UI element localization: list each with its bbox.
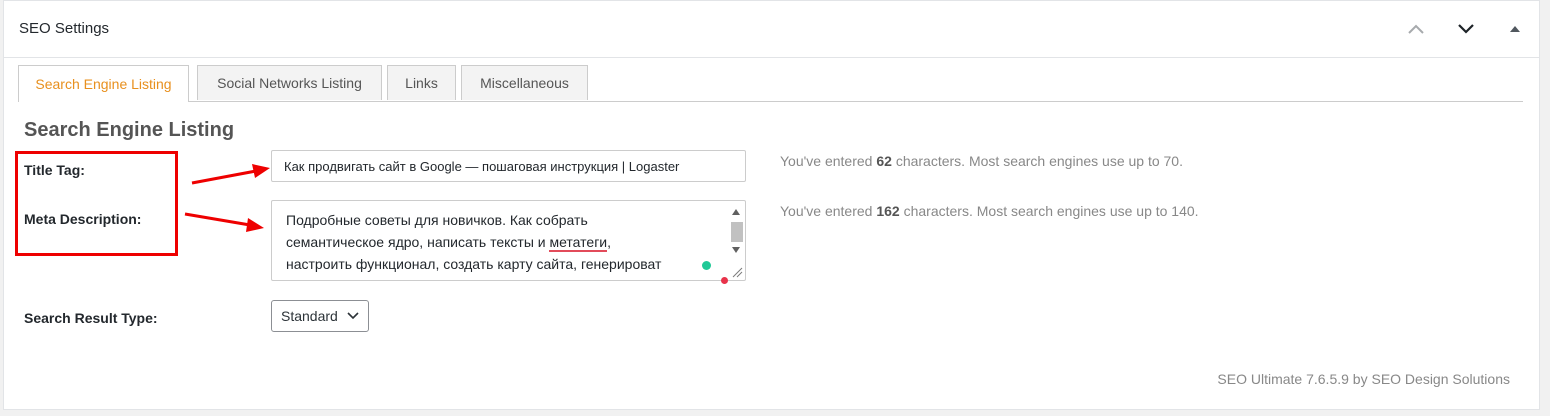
arrow-head-icon	[252, 164, 270, 178]
seo-settings-panel: SEO Settings Search Engine Listing Socia…	[3, 0, 1540, 410]
search-result-type-select[interactable]: Standard	[271, 300, 369, 332]
chevron-up-icon	[1408, 24, 1424, 34]
plugin-credit: SEO Ultimate 7.6.5.9 by SEO Design Solut…	[1217, 371, 1510, 387]
chevron-down-icon	[347, 312, 359, 320]
annotation-arrow	[191, 169, 257, 185]
move-up-button[interactable]	[1402, 15, 1430, 43]
counter-suffix: characters. Most search engines use up t…	[891, 153, 1183, 169]
arrow-head-icon	[246, 218, 264, 232]
triangle-up-icon	[1510, 26, 1520, 32]
character-count: 162	[876, 203, 900, 219]
meta-description-counter: You've entered 162 characters. Most sear…	[780, 203, 1199, 219]
search-result-type-label: Search Result Type:	[24, 310, 158, 326]
title-tag-counter: You've entered 62 characters. Most searc…	[780, 153, 1183, 169]
tab-search-engine-listing[interactable]: Search Engine Listing	[18, 65, 189, 102]
counter-prefix: You've entered	[780, 203, 877, 219]
character-count: 62	[876, 153, 892, 169]
counter-prefix: You've entered	[780, 153, 877, 169]
chevron-down-icon	[1458, 24, 1474, 34]
selected-value: Standard	[281, 308, 338, 324]
annotation-arrows	[184, 164, 270, 232]
counter-suffix: characters. Most search engines use up t…	[899, 203, 1199, 219]
annotation-arrow	[184, 212, 251, 227]
move-down-button[interactable]	[1452, 15, 1480, 43]
page-background-strip	[0, 410, 1550, 416]
toggle-panel-button[interactable]	[1501, 15, 1529, 43]
